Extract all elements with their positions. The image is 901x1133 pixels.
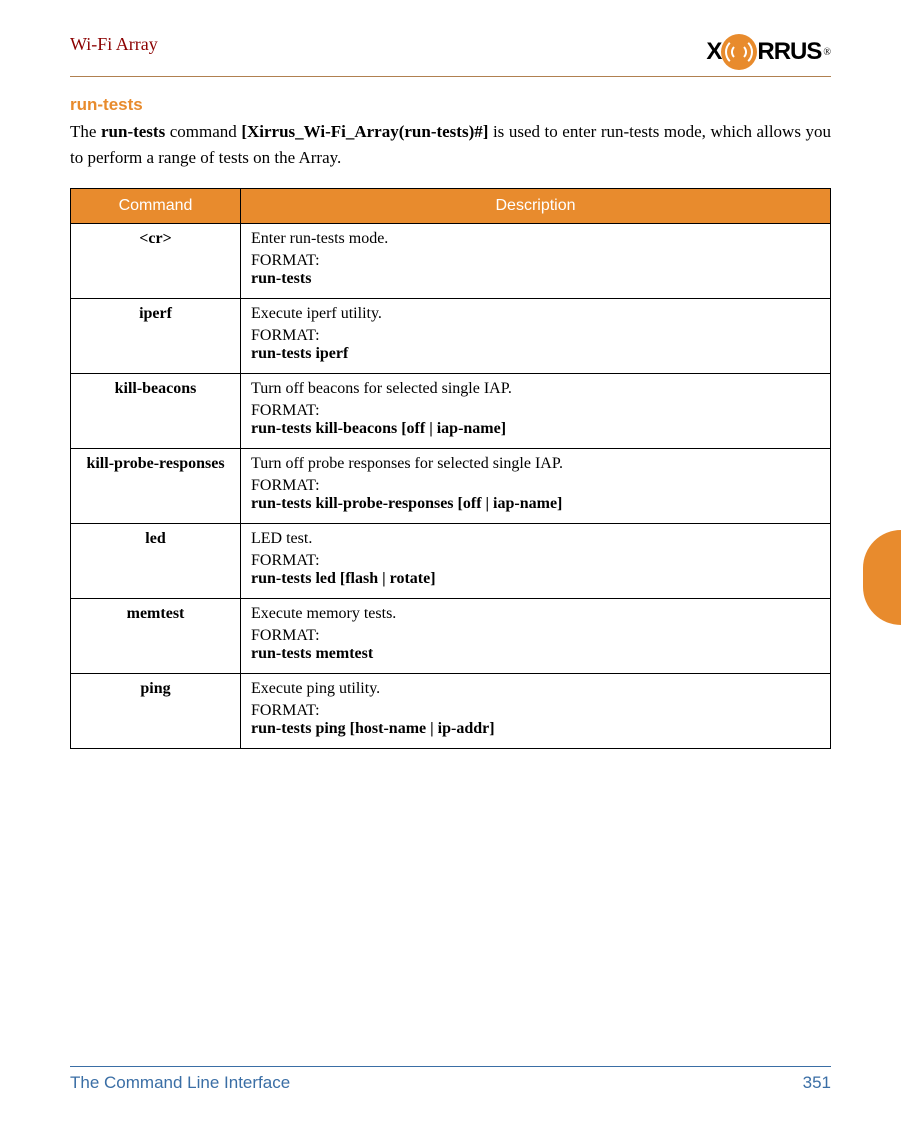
header-title: Wi-Fi Array bbox=[70, 34, 158, 55]
page-footer: The Command Line Interface 351 bbox=[70, 1066, 831, 1093]
th-description: Description bbox=[241, 188, 831, 223]
format-value: run-tests bbox=[251, 270, 820, 288]
logo-text-left: X bbox=[706, 38, 721, 66]
format-label: FORMAT: bbox=[251, 477, 820, 495]
format-value: run-tests led [flash | rotate] bbox=[251, 570, 820, 588]
cmd-desc: Execute memory tests. bbox=[251, 605, 820, 623]
table-row: led LED test. FORMAT: run-tests led [fla… bbox=[71, 523, 831, 598]
format-label: FORMAT: bbox=[251, 402, 820, 420]
format-value: run-tests ping [host-name | ip-addr] bbox=[251, 720, 820, 738]
page-header: Wi-Fi Array X RRUS ® bbox=[70, 34, 831, 77]
cmd-name: ping bbox=[71, 673, 241, 748]
format-label: FORMAT: bbox=[251, 627, 820, 645]
cmd-desc: Turn off beacons for selected single IAP… bbox=[251, 380, 820, 398]
format-label: FORMAT: bbox=[251, 327, 820, 345]
cmd-name: iperf bbox=[71, 298, 241, 373]
cmd-desc: Enter run-tests mode. bbox=[251, 230, 820, 248]
cmd-desc-cell: Execute iperf utility. FORMAT: run-tests… bbox=[241, 298, 831, 373]
format-label: FORMAT: bbox=[251, 552, 820, 570]
table-header-row: Command Description bbox=[71, 188, 831, 223]
intro-text-1: The bbox=[70, 122, 101, 141]
cmd-desc-cell: Turn off beacons for selected single IAP… bbox=[241, 373, 831, 448]
intro-text-2: command bbox=[165, 122, 241, 141]
table-row: kill-probe-responses Turn off probe resp… bbox=[71, 448, 831, 523]
logo-dot-icon bbox=[721, 34, 757, 70]
command-table: Command Description <cr> Enter run-tests… bbox=[70, 188, 831, 749]
cmd-desc-cell: Execute memory tests. FORMAT: run-tests … bbox=[241, 598, 831, 673]
cmd-name: <cr> bbox=[71, 223, 241, 298]
format-value: run-tests memtest bbox=[251, 645, 820, 663]
cmd-desc: LED test. bbox=[251, 530, 820, 548]
format-label: FORMAT: bbox=[251, 702, 820, 720]
format-label: FORMAT: bbox=[251, 252, 820, 270]
cmd-name: kill-beacons bbox=[71, 373, 241, 448]
cmd-name: led bbox=[71, 523, 241, 598]
cmd-desc-cell: Execute ping utility. FORMAT: run-tests … bbox=[241, 673, 831, 748]
cmd-desc-cell: LED test. FORMAT: run-tests led [flash |… bbox=[241, 523, 831, 598]
brand-logo: X RRUS ® bbox=[706, 34, 831, 70]
section-title: run-tests bbox=[70, 95, 831, 115]
format-value: run-tests kill-probe-responses [off | ia… bbox=[251, 495, 820, 513]
page-number: 351 bbox=[803, 1073, 831, 1093]
table-row: kill-beacons Turn off beacons for select… bbox=[71, 373, 831, 448]
cmd-name: kill-probe-responses bbox=[71, 448, 241, 523]
footer-left: The Command Line Interface bbox=[70, 1073, 290, 1093]
cmd-desc: Turn off probe responses for selected si… bbox=[251, 455, 820, 473]
logo-registered-icon: ® bbox=[823, 47, 831, 58]
cmd-desc-cell: Enter run-tests mode. FORMAT: run-tests bbox=[241, 223, 831, 298]
table-row: memtest Execute memory tests. FORMAT: ru… bbox=[71, 598, 831, 673]
intro-command: run-tests bbox=[101, 122, 165, 141]
table-row: iperf Execute iperf utility. FORMAT: run… bbox=[71, 298, 831, 373]
table-row: <cr> Enter run-tests mode. FORMAT: run-t… bbox=[71, 223, 831, 298]
cmd-desc: Execute ping utility. bbox=[251, 680, 820, 698]
th-command: Command bbox=[71, 188, 241, 223]
intro-prompt: [Xirrus_Wi-Fi_Array(run-tests)#] bbox=[241, 122, 488, 141]
format-value: run-tests kill-beacons [off | iap-name] bbox=[251, 420, 820, 438]
table-row: ping Execute ping utility. FORMAT: run-t… bbox=[71, 673, 831, 748]
cmd-name: memtest bbox=[71, 598, 241, 673]
cmd-desc-cell: Turn off probe responses for selected si… bbox=[241, 448, 831, 523]
logo-text-right: RRUS bbox=[757, 38, 821, 66]
cmd-desc: Execute iperf utility. bbox=[251, 305, 820, 323]
format-value: run-tests iperf bbox=[251, 345, 820, 363]
intro-paragraph: The run-tests command [Xirrus_Wi-Fi_Arra… bbox=[70, 119, 831, 172]
